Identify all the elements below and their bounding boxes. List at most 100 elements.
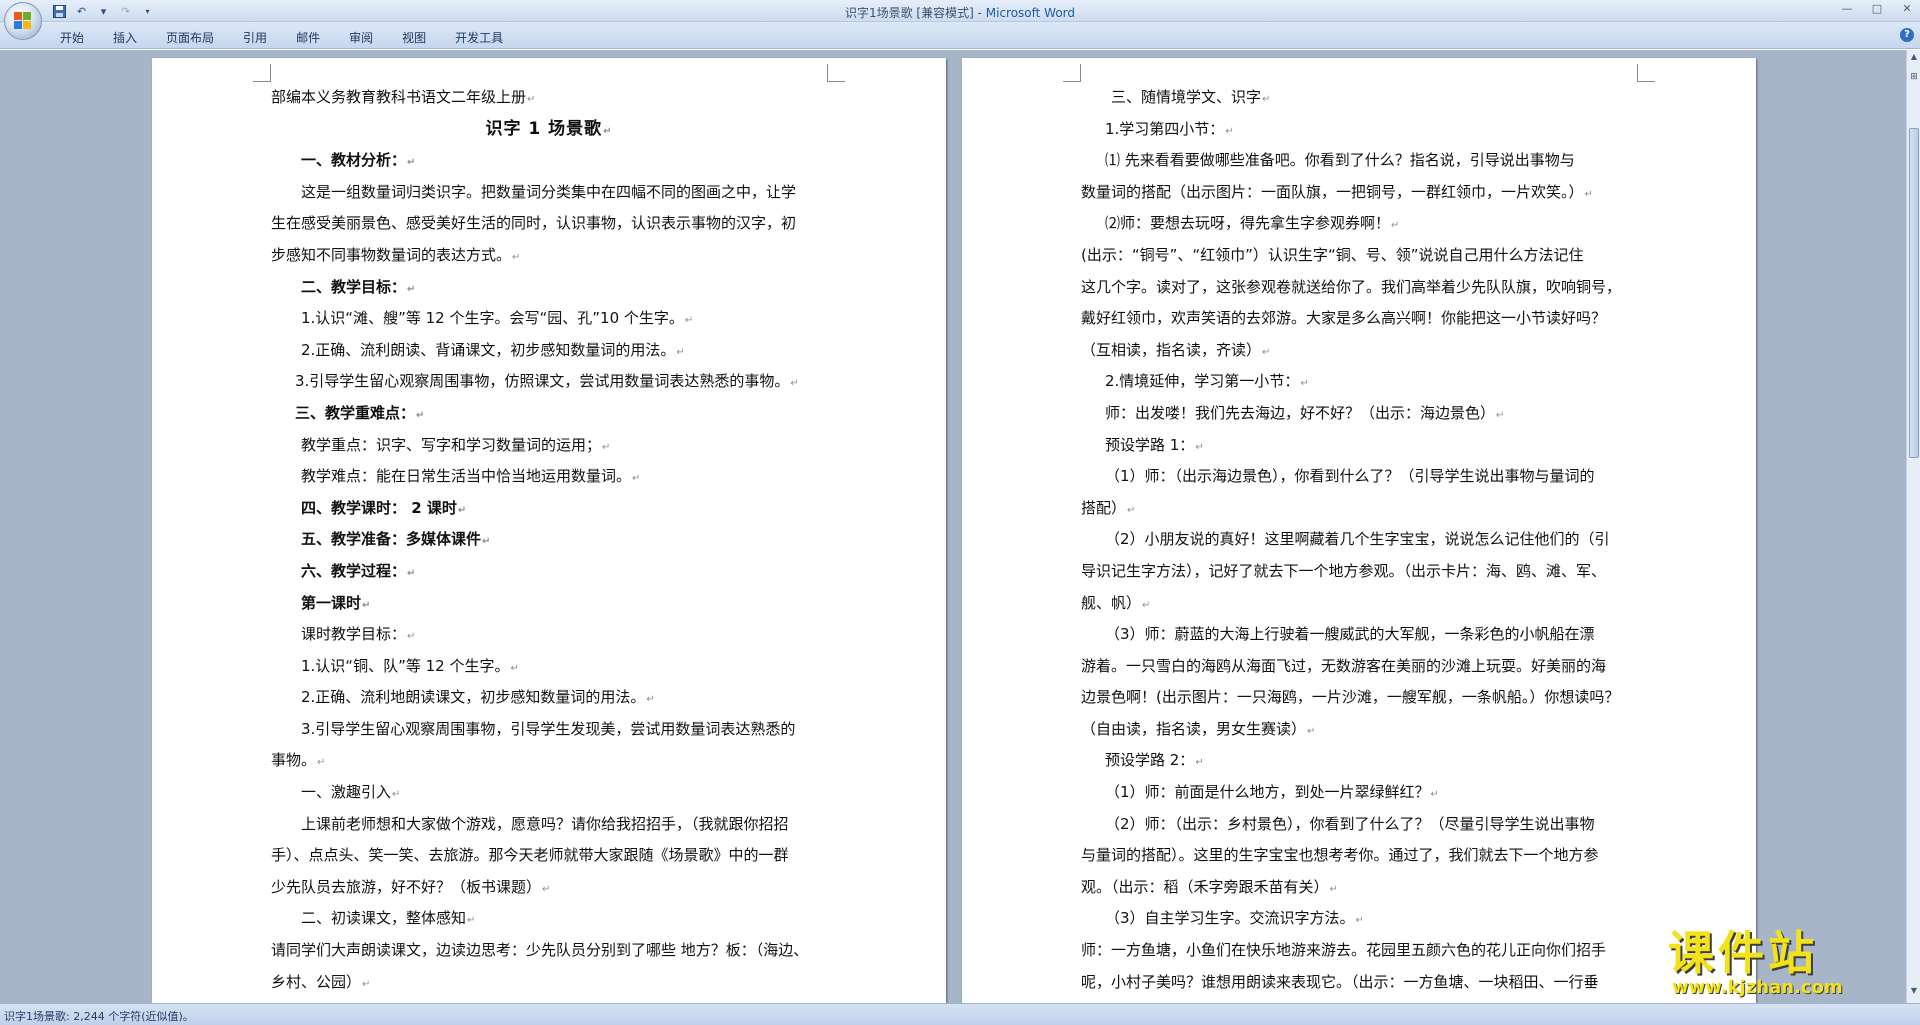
document-line: （3）自主学习生字。交流识字方法。↵ [1081,903,1637,935]
paragraph-mark-icon: ↵ [603,125,613,137]
scroll-up-icon[interactable]: ▲ [1909,52,1919,64]
paragraph-mark-icon: ↵ [1127,504,1136,516]
watermark-logo: 课件站 www.kjzhan.com [1668,928,1904,1000]
document-line: 二、教学目标：↵ [271,272,827,304]
document-line: 教学重点：识字、写字和学习数量词的运用；↵ [271,430,827,462]
paragraph-mark-icon: ↵ [632,473,641,485]
line-text: （1）师：前面是什么地方，到处一片翠绿鲜红？ [1105,783,1430,802]
scroll-thumb[interactable] [1909,128,1919,458]
page-right[interactable]: 三、随情境学文、识字↵ 1.学习第四小节：↵ ⑴ 先来看看要做哪些准备吧。你看到了什… [962,58,1756,1003]
paragraph-mark-icon: ↵ [1262,94,1271,105]
paragraph-mark-icon: ↵ [392,789,401,801]
line-text: 第一课时 [301,593,362,612]
paragraph-mark-icon: ↵ [542,883,551,895]
document-line: 课时教学目标：↵ [271,619,827,651]
tab-page-layout[interactable]: 页面布局 [166,29,214,46]
document-line: 师：一方鱼塘，小鱼们在快乐地游来游去。花园里五颜六色的花儿正向你们招手 [1081,935,1637,967]
vertical-scrollbar[interactable]: ▲ ⊞ ▼ [1906,50,1920,1003]
document-line: 六、教学过程：↵ [271,556,827,588]
document-line: 一、激趣引入↵ [271,777,827,809]
document-line: 与量词的搭配）。这里的生字宝宝也想考考你。通过了，我们就去下一个地方参 [1081,840,1637,872]
document-line: 二、初读课文，整体感知↵ [271,903,827,935]
document-line: 师：出发喽！我们先去海边，好不好？（出示：海边景色）↵ [1081,398,1637,430]
margin-corner-mark [1637,64,1655,82]
document-line: 部编本义务教育教科书语文二年级上册↵ [271,82,827,114]
paragraph-mark-icon: ↵ [527,94,536,105]
window-title: 识字1场景歌 [兼容模式] - Microsoft Word [0,4,1920,21]
title-bar: ↶ ▾ ↷ ▾ 识字1场景歌 [兼容模式] - Microsoft Word —… [0,0,1920,22]
document-line: 第一课时↵ [271,588,827,620]
maximize-button[interactable]: □ [1870,2,1884,16]
line-text: 步感知不同事物数量词的表达方式。 [271,245,512,264]
line-text: 上课前老师想和大家做个游戏，愿意吗？请你给我招招手，（我就跟你招招 [301,814,789,833]
tab-references[interactable]: 引用 [243,29,267,46]
minimize-button[interactable]: — [1840,2,1854,16]
line-text: 1.认识“滩、艘”等 12 个生字。会写“园、孔”10 个生字。 [301,309,684,328]
paragraph-mark-icon: ↵ [407,283,416,295]
document-line: （1）师：（出示海边景色），你看到什么了？（引导学生说出事物与量词的 [1081,461,1637,493]
document-line: 搭配）↵ [1081,493,1637,525]
help-icon[interactable]: ? [1900,28,1914,42]
document-line: 观。（出示：稻（禾字旁跟禾苗有关）↵ [1081,872,1637,904]
line-text: 这几个字。读对了，这张参观卷就送给你了。我们高举着少先队队旗，吹响铜号， [1081,277,1622,296]
tab-view[interactable]: 视图 [402,29,426,46]
tab-mailings[interactable]: 邮件 [296,29,320,46]
ribbon-tabs: 开始 插入 页面布局 引用 邮件 审阅 视图 开发工具 [60,29,503,46]
document-line: (出示：“铜号”、“红领巾”）认识生字“铜、号、领”说说自己用什么方法记住 [1081,240,1637,272]
paragraph-mark-icon: ↵ [1391,220,1400,232]
paragraph-mark-icon: ↵ [362,599,371,611]
line-text: 四、教学课时： 2 课时 [301,498,457,517]
document-line: 预设学路 1：↵ [1081,430,1637,462]
line-text: 观。（出示：稻（禾字旁跟禾苗有关） [1081,877,1329,896]
document-line: 步感知不同事物数量词的表达方式。↵ [271,240,827,272]
margin-corner-mark [827,64,845,82]
tab-home[interactable]: 开始 [60,29,84,46]
line-text: 事物。 [271,751,317,770]
paragraph-mark-icon: ↵ [407,631,416,643]
line-text: 2.情境延伸，学习第一小节： [1105,372,1300,391]
tab-developer[interactable]: 开发工具 [455,29,503,46]
line-text: 这是一组数量词归类识字。把数量词分类集中在四幅不同的图画之中，让学 [301,182,797,201]
document-line: ⑴ 先来看看要做哪些准备吧。你看到了什么？指名说，引导说出事物与 [1081,145,1637,177]
document-line: 数量词的搭配（出示图片：一面队旗，一把铜号，一群红领巾，一片欢笑。）↵ [1081,177,1637,209]
paragraph-mark-icon: ↵ [407,157,416,169]
document-line: 1.学习第四小节：↵ [1081,114,1637,146]
document-line: 上课前老师想和大家做个游戏，愿意吗？请你给我招招手，（我就跟你招招 [271,809,827,841]
line-text: （互相读，指名读，齐读） [1081,340,1262,359]
document-line: 这几个字。读对了，这张参观卷就送给你了。我们高举着少先队队旗，吹响铜号， [1081,272,1637,304]
document-line: 请同学们大声朗读课文，边读边思考：少先队员分别到了哪些 地方？板：（海边、 [271,935,827,967]
paragraph-mark-icon: ↵ [684,315,694,327]
page-left[interactable]: 部编本义务教育教科书语文二年级上册↵ 识字 1 场景歌↵ 一、教材分析：↵ 这是一组数… [152,58,946,1003]
document-line: 戴好红领巾，欢声笑语的去郊游。大家是多么高兴啊！你能把这一小节读好吗？ [1081,303,1637,335]
line-text: （3）师：蔚蓝的大海上行驶着一艘威武的大军舰，一条彩色的小帆船在漂 [1105,625,1595,644]
tab-insert[interactable]: 插入 [113,29,137,46]
ruler-toggle-icon[interactable]: ⊞ [1909,72,1919,84]
line-text: （2）师：（出示：乡村景色），你看到了什么了？（尽量引导学生说出事物 [1105,814,1595,833]
line-text: 三、教学重难点： [295,403,416,422]
document-line: 乡村、公园）↵ [271,967,827,999]
line-text: 预设学路 1： [1105,435,1195,454]
ribbon: 开始 插入 页面布局 引用 邮件 审阅 视图 开发工具 ? [0,22,1920,49]
document-line: 2.正确、流利地朗读课文，初步感知数量词的用法。↵ [271,682,827,714]
document-line: 识字 1 场景歌↵ [271,114,827,146]
document-line: 1.认识“铜、队”等 12 个生字。↵ [271,651,827,683]
line-text: 教学重点：识字、写字和学习数量词的运用； [301,435,602,454]
line-text: 搭配） [1081,498,1127,517]
document-line: 3.引导学生留心观察周围事物，引导学生发现美，尝试用数量词表达熟悉的 [271,714,827,746]
scroll-down-icon[interactable]: ▼ [1909,986,1919,998]
paragraph-mark-icon: ↵ [416,409,425,421]
document-title: 识字1场景歌 [兼容模式] - [844,6,986,20]
paragraph-mark-icon: ↵ [1496,409,1505,421]
line-text: 生在感受美丽景色、感受美好生活的同时，认识事物，认识表示事物的汉字，初 [271,214,797,233]
line-text: （1）师：（出示海边景色），你看到什么了？（引导学生说出事物与量词的 [1105,467,1595,486]
line-text: 边景色啊！(出示图片：一只海鸥，一片沙滩，一艘军舰，一条帆船。）你想读吗？ [1081,688,1620,707]
tab-review[interactable]: 审阅 [349,29,373,46]
paragraph-mark-icon: ↵ [362,978,371,990]
word-count-status[interactable]: 识字1场景歌: 2,244 个字符(近似值)。 [4,1008,194,1024]
document-line: 3.引导学生留心观察周围事物，仿照课文，尝试用数量词表达熟悉的事物。↵ [271,366,827,398]
office-button[interactable] [4,2,42,40]
close-button[interactable]: ✕ [1900,2,1914,16]
line-text: 五、教学准备：多媒体课件 [301,530,482,549]
paragraph-mark-icon: ↵ [482,536,491,548]
line-text: 3.引导学生留心观察周围事物，仿照课文，尝试用数量词表达熟悉的事物。 [295,372,790,391]
